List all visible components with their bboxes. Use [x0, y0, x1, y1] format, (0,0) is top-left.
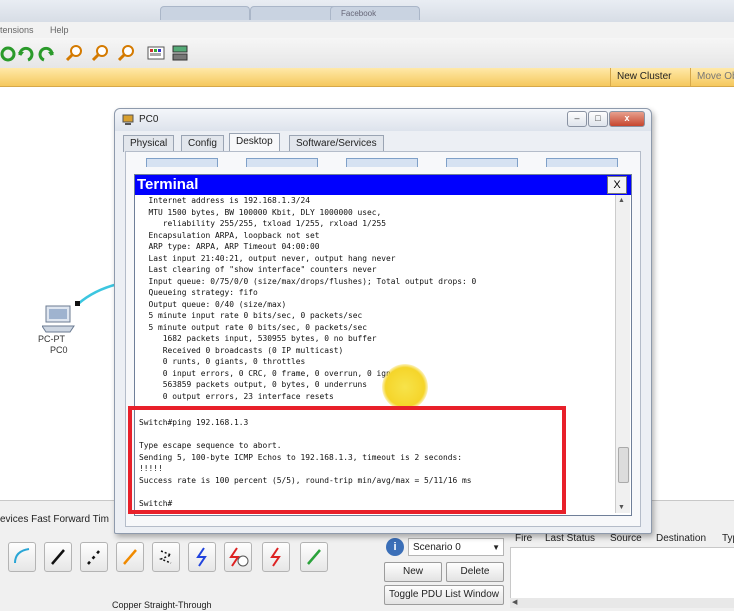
terminal-line: reliability 255/255, txload 1/255, rxloa… — [139, 219, 387, 228]
pc-name-label: PC0 — [50, 345, 68, 355]
browser-tab[interactable] — [250, 6, 340, 20]
event-list-header: Fire Last Status Source Destination Typ — [510, 532, 734, 546]
tab-config[interactable]: Config — [181, 135, 224, 152]
desktop-app-icon[interactable] — [246, 158, 318, 167]
cable-console-icon[interactable] — [44, 542, 72, 572]
mouse-cursor-highlight — [382, 364, 428, 410]
annotation-highlight-box — [128, 406, 566, 514]
terminal-line: 0 input errors, 0 CRC, 0 frame, 0 overru… — [139, 368, 410, 378]
menu-bar: tensions Help — [0, 22, 734, 38]
minimize-button[interactable]: – — [567, 111, 587, 127]
terminal-scrollbar[interactable]: ▲ ▼ — [615, 195, 630, 513]
scroll-down-icon[interactable]: ▼ — [618, 504, 625, 511]
move-object-button[interactable]: Move Ob — [690, 68, 734, 86]
terminal-line: Received 0 broadcasts (0 IP multicast) — [139, 345, 344, 355]
zoom-reset-icon[interactable] — [90, 43, 110, 63]
menu-item-extensions[interactable]: tensions — [0, 25, 34, 35]
terminal-line: ARP type: ARPA, ARP Timeout 04:00:00 — [139, 242, 320, 251]
delete-scenario-button[interactable]: Delete — [446, 562, 504, 582]
pc-window-icon — [122, 114, 134, 126]
terminal-line: 563859 packets output, 0 bytes, 0 underr… — [139, 380, 368, 389]
zoom-in-icon[interactable] — [64, 43, 84, 63]
cable-auto-icon[interactable] — [8, 542, 36, 572]
browser-tab[interactable] — [160, 6, 250, 20]
col-destination[interactable]: Destination — [656, 533, 706, 544]
scroll-thumb[interactable] — [618, 447, 629, 483]
main-toolbar — [0, 38, 734, 69]
terminal-line: Encapsulation ARPA, loopback not set — [139, 230, 320, 240]
terminal-close-button[interactable]: X — [607, 176, 627, 194]
terminal-line: Internet address is 192.168.1.3/24 — [139, 196, 311, 205]
event-list-scrollbar[interactable]: ◀ — [510, 598, 734, 608]
terminal-line: Last clearing of "show interface" counte… — [139, 265, 377, 274]
zoom-out-icon[interactable] — [116, 43, 136, 63]
terminal-title: Terminal — [137, 176, 199, 193]
new-scenario-button[interactable]: New — [384, 562, 442, 582]
terminal-line: 5 minute output rate 0 bits/sec, 0 packe… — [139, 322, 368, 332]
palette-icon[interactable] — [146, 43, 166, 63]
new-cluster-button[interactable]: New Cluster — [610, 68, 677, 86]
terminal-line: MTU 1500 bytes, BW 100000 Kbit, DLY 1000… — [139, 207, 382, 217]
custom-device-icon[interactable] — [170, 43, 190, 63]
pc0-window-titlebar[interactable]: PC0 – □ x — [115, 109, 651, 131]
terminal-line: Input queue: 0/75/0/0 (size/max/drops/fl… — [139, 276, 477, 286]
terminal-line: Output queue: 0/40 (size/max) — [139, 299, 287, 309]
maximize-button[interactable]: □ — [588, 111, 608, 127]
scenario-info-icon[interactable]: i — [386, 538, 404, 556]
chevron-down-icon: ▼ — [492, 543, 500, 552]
menu-item-help[interactable]: Help — [50, 25, 69, 35]
terminal-line: 1682 packets input, 530955 bytes, 0 no b… — [139, 334, 377, 343]
device-panel-label: evices Fast Forward Tim — [0, 514, 109, 525]
terminal-line: Queueing strategy: fifo — [139, 288, 258, 297]
col-type[interactable]: Typ — [722, 533, 734, 544]
scroll-up-icon[interactable]: ▲ — [618, 197, 625, 204]
undo-icon[interactable] — [16, 43, 36, 63]
cable-octal-icon[interactable] — [300, 542, 328, 572]
cable-straight-icon[interactable] — [80, 542, 108, 572]
cable-coax-clock-icon[interactable] — [224, 542, 252, 572]
terminal-line: 5 minute input rate 0 bits/sec, 0 packet… — [139, 311, 363, 320]
terminal-line: Last input 21:40:21, output never, outpu… — [139, 253, 396, 263]
pc0-window-title: PC0 — [139, 114, 159, 125]
cable-serial-icon[interactable] — [262, 542, 290, 572]
browser-tab-facebook[interactable]: Facebook — [330, 6, 420, 20]
terminal-line: 0 output errors, 23 interface resets — [139, 391, 334, 401]
desktop-app-icon[interactable] — [146, 158, 218, 167]
scenario-select[interactable]: Scenario 0 ▼ — [408, 538, 504, 556]
col-fire[interactable]: Fire — [515, 533, 532, 544]
desktop-app-icon[interactable] — [346, 158, 418, 167]
col-last-status[interactable]: Last Status — [545, 533, 595, 544]
desktop-app-icon[interactable] — [546, 158, 618, 167]
scroll-left-icon[interactable]: ◀ — [512, 598, 517, 606]
browser-tab-label: Facebook — [341, 9, 377, 18]
terminal-line: 0 runts, 0 giants, 0 throttles — [139, 357, 306, 366]
col-source[interactable]: Source — [610, 533, 642, 544]
pc-type-label: PC-PT — [38, 334, 65, 344]
redo-icon[interactable] — [36, 43, 56, 63]
event-list[interactable] — [510, 547, 734, 601]
cable-phone-icon[interactable] — [188, 542, 216, 572]
cable-fiber-icon[interactable] — [152, 542, 180, 572]
terminal-titlebar[interactable]: Terminal X — [135, 175, 631, 195]
scenario-value: Scenario 0 — [413, 542, 461, 553]
selected-cable-label: Copper Straight-Through — [112, 600, 212, 610]
tab-software-services[interactable]: Software/Services — [289, 135, 384, 152]
desktop-app-icons — [146, 158, 618, 168]
tab-desktop[interactable]: Desktop — [229, 133, 280, 152]
toggle-pdu-list-button[interactable]: Toggle PDU List Window — [384, 585, 504, 605]
browser-tab-strip: Facebook — [0, 0, 734, 23]
cluster-bar: New Cluster Move Ob — [0, 68, 734, 87]
close-window-button[interactable]: x — [609, 111, 645, 127]
tab-physical[interactable]: Physical — [123, 135, 175, 152]
desktop-app-icon[interactable] — [446, 158, 518, 167]
pc-device-icon[interactable] — [41, 304, 76, 334]
cable-crossover-icon[interactable] — [116, 542, 144, 572]
